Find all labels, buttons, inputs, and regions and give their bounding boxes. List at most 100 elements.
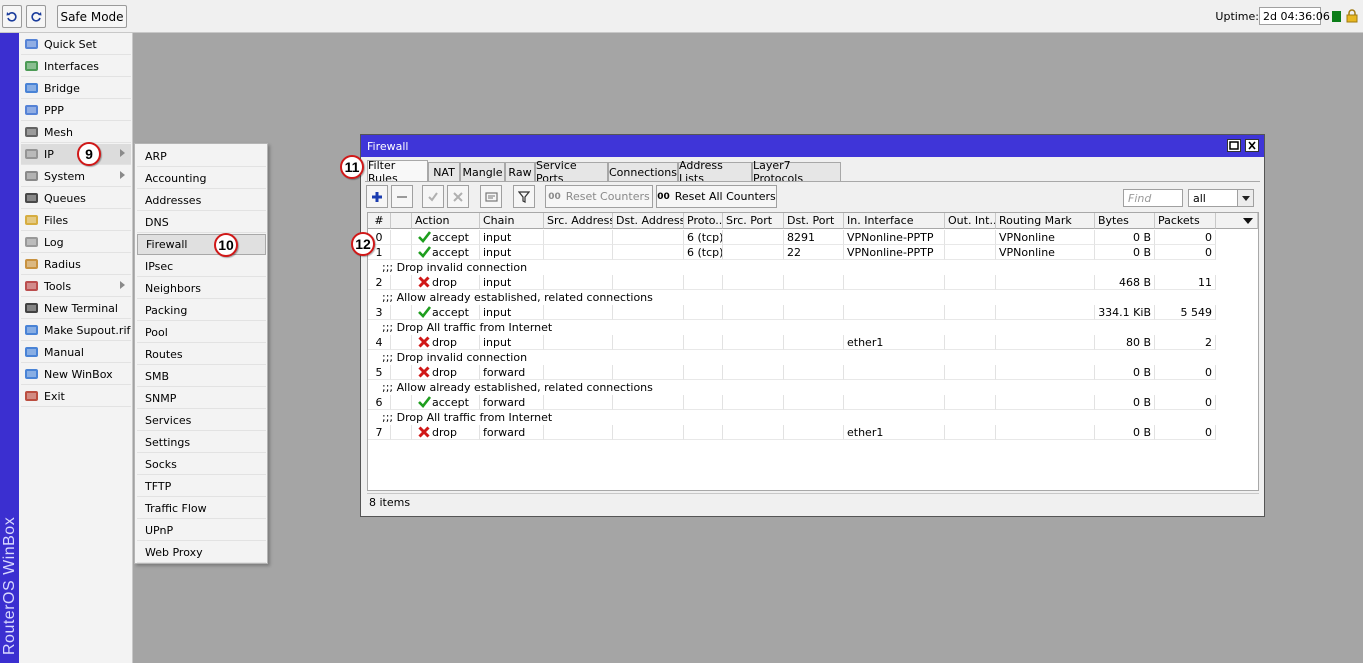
filter-button[interactable] [513, 185, 535, 208]
menu-item-ip[interactable]: IP [21, 144, 131, 165]
menu-item-manual[interactable]: Manual [21, 342, 131, 363]
table-row[interactable]: 4 drop input ether1 80 B2 [368, 335, 1258, 350]
enable-rule-button[interactable] [422, 185, 444, 208]
tab-raw[interactable]: Raw [505, 162, 535, 181]
rule-protocol [684, 425, 723, 440]
tab-layer7-protocols[interactable]: Layer7 Protocols [752, 159, 841, 185]
menu-item-quick-set[interactable]: Quick Set [21, 34, 131, 55]
menu-item-radius[interactable]: Radius [21, 254, 131, 275]
mesh-icon [24, 125, 39, 139]
submenu-item-routes[interactable]: Routes [137, 344, 266, 365]
rule-protocol [684, 275, 723, 290]
column-header-chain[interactable]: Chain [480, 213, 544, 229]
supout-icon [24, 323, 39, 337]
submenu-item-snmp[interactable]: SNMP [137, 388, 266, 409]
find-input[interactable]: Find [1123, 189, 1183, 207]
column-header-src-address[interactable]: Src. Address [544, 213, 613, 229]
undo-button[interactable] [2, 5, 22, 28]
column-header-action[interactable]: Action [412, 213, 480, 229]
rule-empty-cell [723, 425, 784, 440]
column-header-src-port[interactable]: Src. Port [723, 213, 784, 229]
column-header-dst-port[interactable]: Dst. Port [784, 213, 844, 229]
rule-comment-row[interactable]: ;;; Allow already established, related c… [368, 290, 1258, 305]
reset-counters-button[interactable]: 00 Reset Counters [545, 185, 653, 208]
column-header-dst-address[interactable]: Dst. Address [613, 213, 684, 229]
ip-icon [24, 147, 39, 161]
submenu-item-addresses[interactable]: Addresses [137, 190, 266, 211]
column-header-routing-mark[interactable]: Routing Mark [996, 213, 1095, 229]
table-row[interactable]: 0 accept input 6 (tcp) 8291 VPNonline-PPTP VPN… [368, 230, 1258, 245]
maximize-button[interactable] [1227, 139, 1241, 152]
menu-item-make-supout-rif[interactable]: Make Supout.rif [21, 320, 131, 341]
submenu-item-web-proxy[interactable]: Web Proxy [137, 542, 266, 563]
submenu-item-smb[interactable]: SMB [137, 366, 266, 387]
submenu-item-traffic-flow[interactable]: Traffic Flow [137, 498, 266, 519]
submenu-item-packing[interactable]: Packing [137, 300, 266, 321]
table-row[interactable]: 1 accept input 6 (tcp) 22 VPNonline-PPTP VPNon… [368, 245, 1258, 260]
rule-comment-row[interactable]: ;;; Drop All traffic from Internet [368, 320, 1258, 335]
column-header-packets[interactable]: Packets [1155, 213, 1216, 229]
tab-address-lists[interactable]: Address Lists [678, 159, 752, 185]
submenu-item-socks[interactable]: Socks [137, 454, 266, 475]
menu-item-new-winbox[interactable]: New WinBox [21, 364, 131, 385]
tab-mangle[interactable]: Mangle [460, 162, 505, 181]
rule-comment-row[interactable]: ;;; Allow already established, related c… [368, 380, 1258, 395]
rule-flags [391, 275, 412, 290]
column-header-flags[interactable] [391, 213, 412, 229]
rule-empty-cell [544, 275, 613, 290]
submenu-item-upnp[interactable]: UPnP [137, 520, 266, 541]
menu-item-system[interactable]: System [21, 166, 131, 187]
redo-button[interactable] [26, 5, 46, 28]
menu-item-tools[interactable]: Tools [21, 276, 131, 297]
reset-all-counters-button[interactable]: 00 Reset All Counters [656, 185, 777, 208]
tab-filter-rules[interactable]: Filter Rules [367, 159, 428, 185]
rule-in-interface [844, 275, 945, 290]
submenu-item-arp[interactable]: ARP [137, 146, 266, 167]
column-header-num[interactable]: # [368, 213, 391, 229]
menu-item-bridge[interactable]: Bridge [21, 78, 131, 99]
column-header-protocol[interactable]: Proto... [684, 213, 723, 229]
rule-comment-row[interactable]: ;;; Drop invalid connection [368, 350, 1258, 365]
menu-item-interfaces[interactable]: Interfaces [21, 56, 131, 77]
table-row[interactable]: 6 accept forward 0 B0 [368, 395, 1258, 410]
table-row[interactable]: 2 drop input 468 B 11 [368, 275, 1258, 290]
tab-nat[interactable]: NAT [428, 162, 460, 181]
filter-select[interactable]: all [1188, 189, 1254, 207]
step-badge-10: 10 [214, 233, 238, 257]
column-chooser-button[interactable] [1216, 213, 1258, 229]
submenu-item-ipsec[interactable]: IPsec [137, 256, 266, 277]
submenu-item-firewall[interactable]: Firewall [137, 234, 266, 255]
rule-empty-cell [723, 305, 784, 320]
menu-item-ppp[interactable]: PPP [21, 100, 131, 121]
table-row[interactable]: 5 drop forward 0 B0 [368, 365, 1258, 380]
disable-rule-button[interactable] [447, 185, 469, 208]
table-row[interactable]: 3 accept input 334.1 KiB 5 549 [368, 305, 1258, 320]
safe-mode-button[interactable]: Safe Mode [57, 5, 127, 28]
submenu-item-services[interactable]: Services [137, 410, 266, 431]
tab-connections[interactable]: Connections [608, 162, 678, 181]
rule-comment-row[interactable]: ;;; Drop All traffic from Internet [368, 410, 1258, 425]
rule-comment-row[interactable]: ;;; Drop invalid connection [368, 260, 1258, 275]
submenu-item-accounting[interactable]: Accounting [137, 168, 266, 189]
column-header-bytes[interactable]: Bytes [1095, 213, 1155, 229]
menu-item-queues[interactable]: Queues [21, 188, 131, 209]
tab-service-ports[interactable]: Service Ports [535, 159, 608, 185]
column-header-in-interface[interactable]: In. Interface [844, 213, 945, 229]
comment-button[interactable] [480, 185, 502, 208]
submenu-item-dns[interactable]: DNS [137, 212, 266, 233]
submenu-item-neighbors[interactable]: Neighbors [137, 278, 266, 299]
menu-item-new-terminal[interactable]: New Terminal [21, 298, 131, 319]
table-row[interactable]: 7 drop forward ether1 0 B0 [368, 425, 1258, 440]
remove-rule-button[interactable] [391, 185, 413, 208]
submenu-item-pool[interactable]: Pool [137, 322, 266, 343]
column-header-out-interface[interactable]: Out. Int... [945, 213, 996, 229]
submenu-item-tftp[interactable]: TFTP [137, 476, 266, 497]
menu-item-files[interactable]: Files [21, 210, 131, 231]
submenu-item-settings[interactable]: Settings [137, 432, 266, 453]
tools-icon [24, 279, 39, 293]
add-rule-button[interactable] [366, 185, 388, 208]
menu-item-mesh[interactable]: Mesh [21, 122, 131, 143]
menu-item-exit[interactable]: Exit [21, 386, 131, 407]
close-button[interactable] [1245, 139, 1259, 152]
menu-item-log[interactable]: Log [21, 232, 131, 253]
